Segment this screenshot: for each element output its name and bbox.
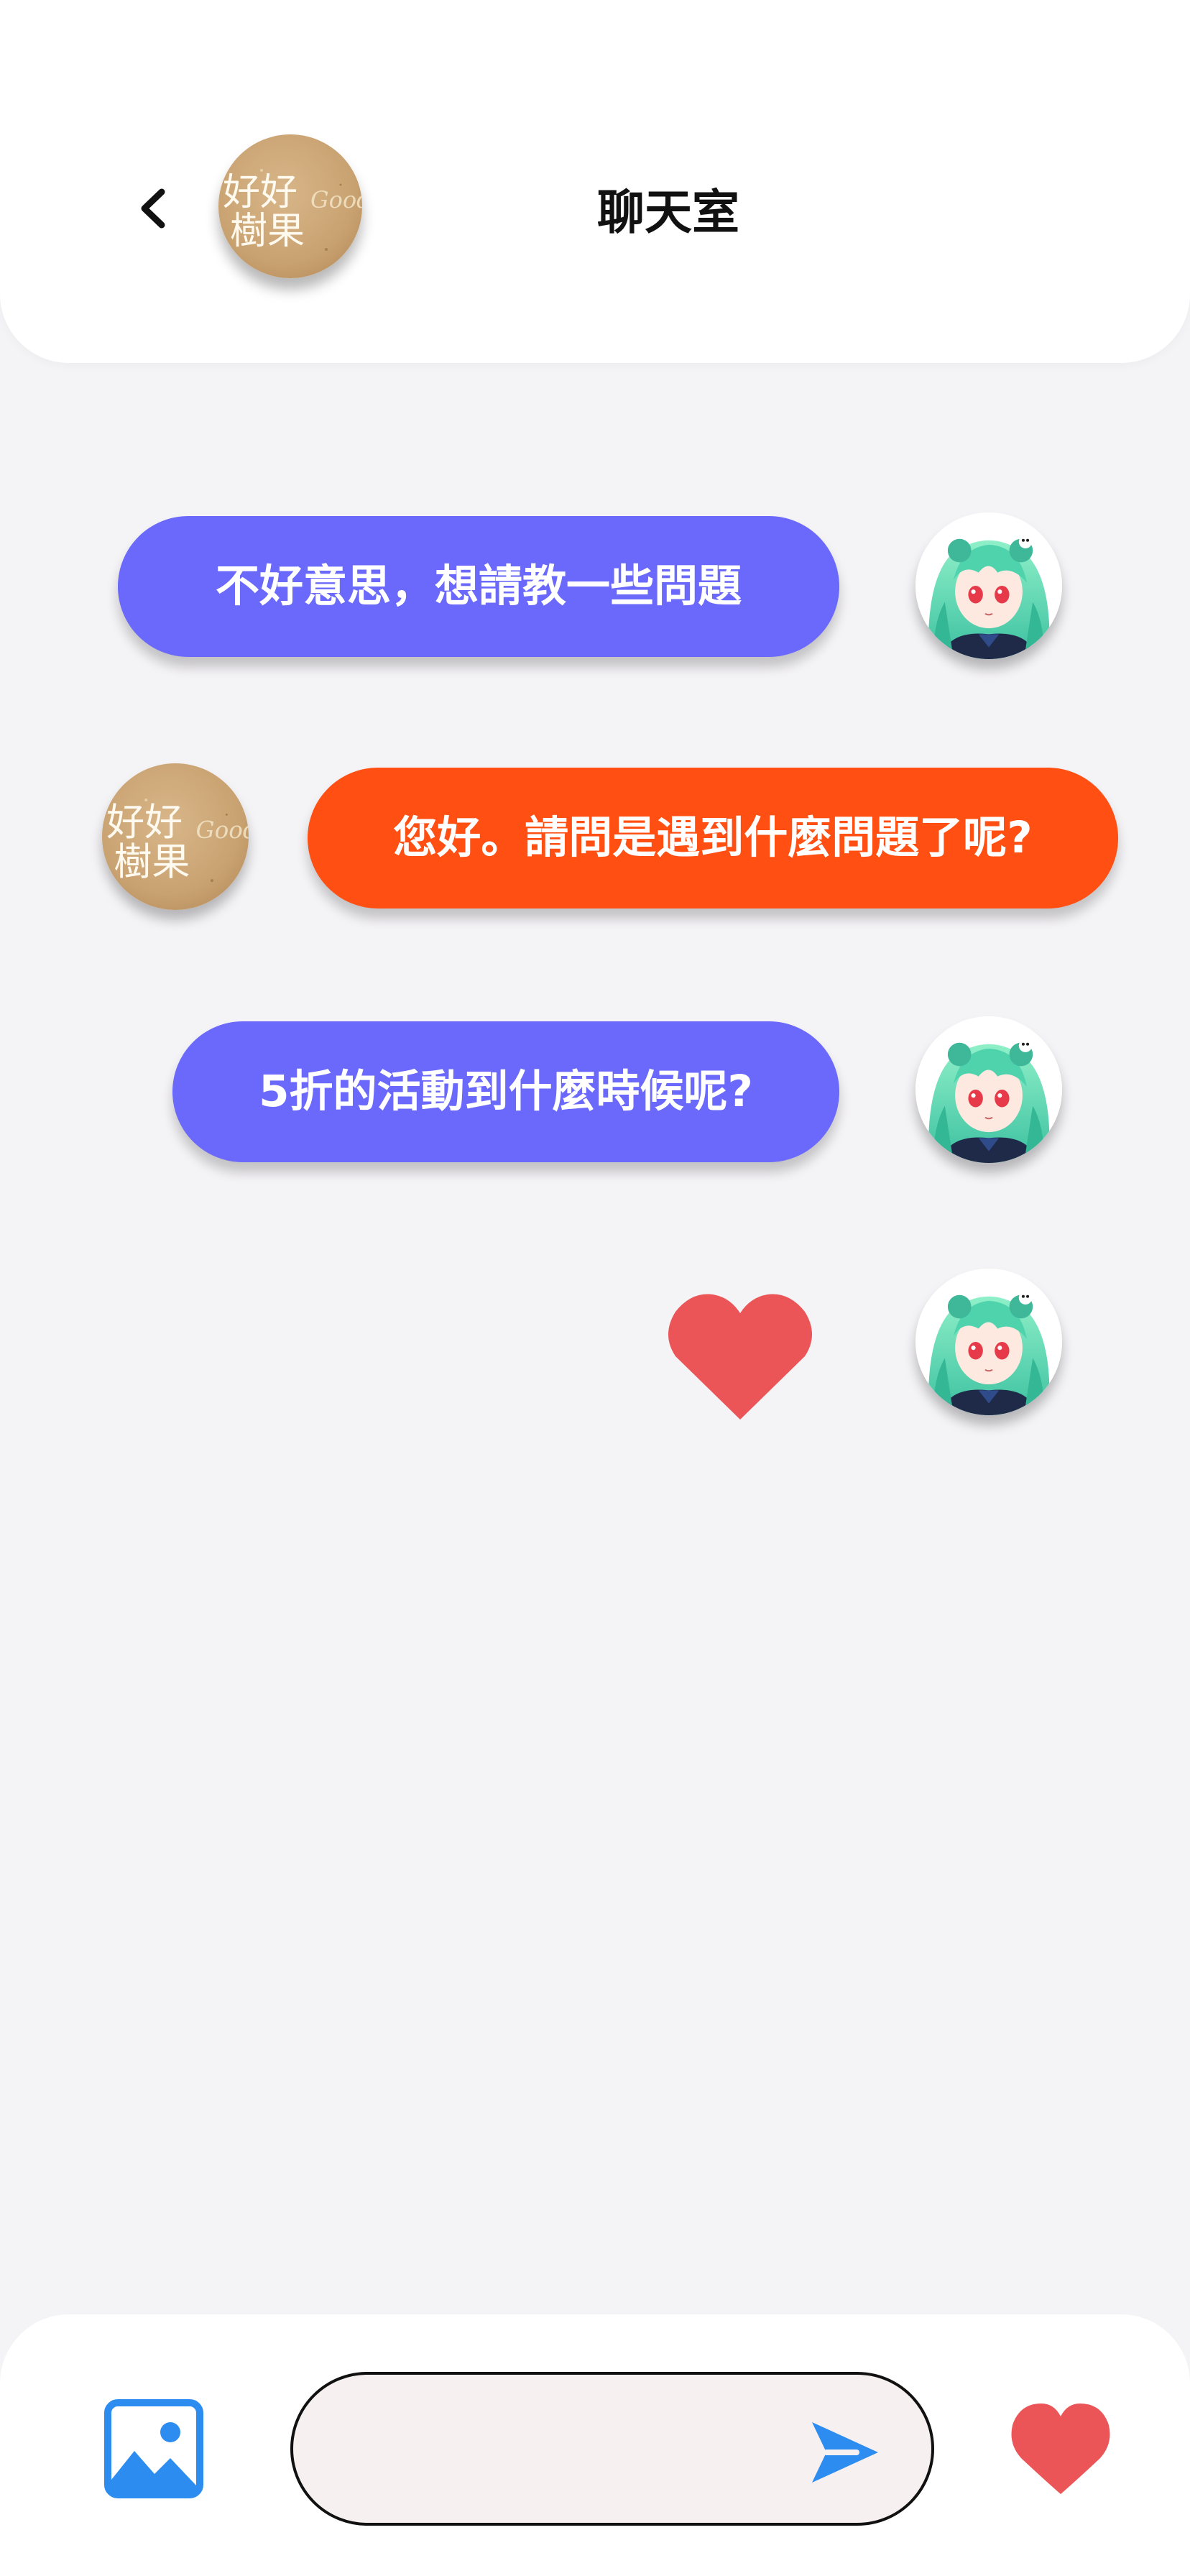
send-icon [812,2422,878,2483]
shop-logo: 好好 樹果 Good [218,134,362,278]
user-avatar-image [915,512,1062,659]
message-input[interactable] [343,2404,806,2498]
shop-avatar-small[interactable]: 好好 樹果 Good [102,763,249,910]
message-bubble-shop[interactable]: 您好。請問是遇到什麼問題了呢? [308,768,1118,908]
image-upload-button[interactable] [104,2399,203,2498]
user-avatar-image [915,1016,1062,1163]
heart-icon [1011,2404,1110,2494]
message-bubble-user[interactable]: 不好意思，想請教一些問題 [118,516,839,657]
send-button[interactable] [806,2415,881,2490]
logo-script-text: Good [310,186,362,213]
chat-header: 好好 樹果 Good 聊天室 [0,0,1190,363]
logo-text-line1: 好好 [223,171,298,214]
logo-text-line2: 樹果 [230,210,305,253]
user-avatar[interactable] [915,1269,1062,1415]
shop-avatar[interactable]: 好好 樹果 Good [218,134,362,278]
user-avatar[interactable] [915,1016,1062,1163]
heart-icon [668,1294,812,1420]
logo-script-text: Good [196,816,249,844]
user-avatar-image [915,1269,1062,1415]
user-avatar[interactable] [915,512,1062,659]
message-bubble-user[interactable]: 5折的活動到什麼時候呢? [172,1021,839,1162]
page-title: 聊天室 [597,185,739,240]
logo-text-line2: 樹果 [114,840,190,884]
like-button[interactable] [1010,2401,1112,2497]
logo-text-line1: 好好 [106,800,183,845]
chevron-left-icon [141,188,165,229]
message-input-container [290,2372,934,2526]
back-button[interactable] [126,176,176,241]
heart-sticker-message[interactable] [665,1290,815,1424]
image-icon [104,2399,203,2498]
shop-logo: 好好 樹果 Good [102,763,249,910]
